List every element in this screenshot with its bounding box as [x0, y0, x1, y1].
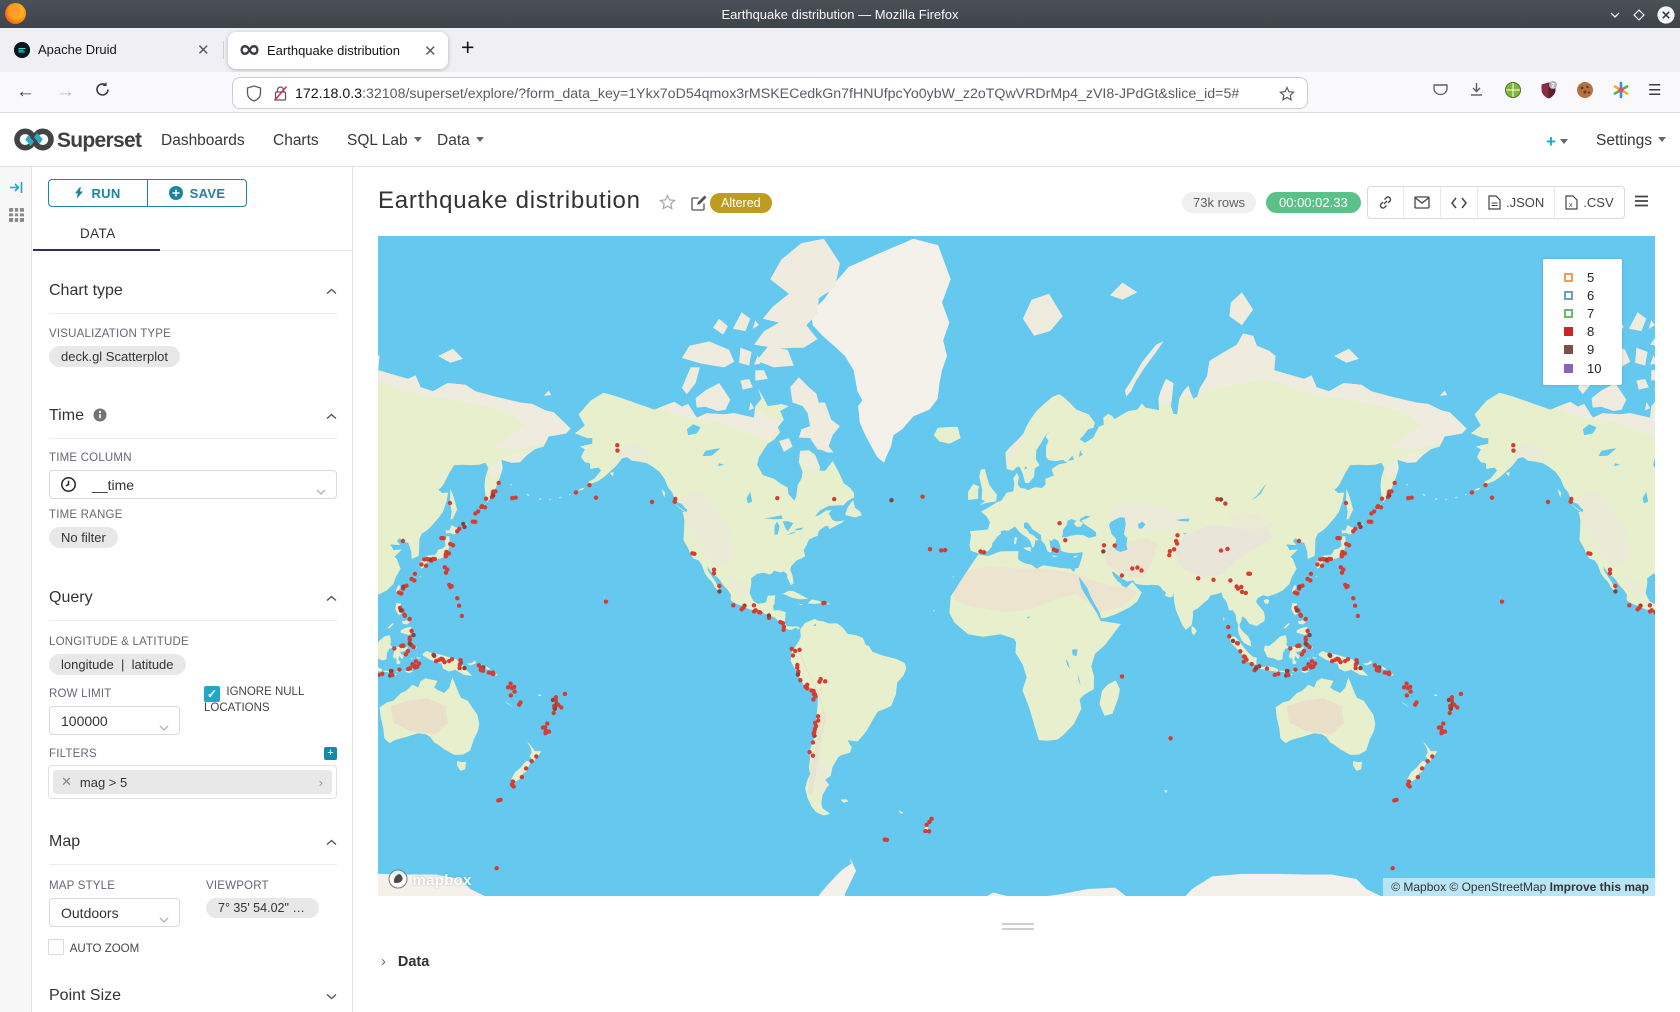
svg-text:x: x — [1569, 202, 1573, 209]
svg-text:2: 2 — [1551, 83, 1555, 90]
